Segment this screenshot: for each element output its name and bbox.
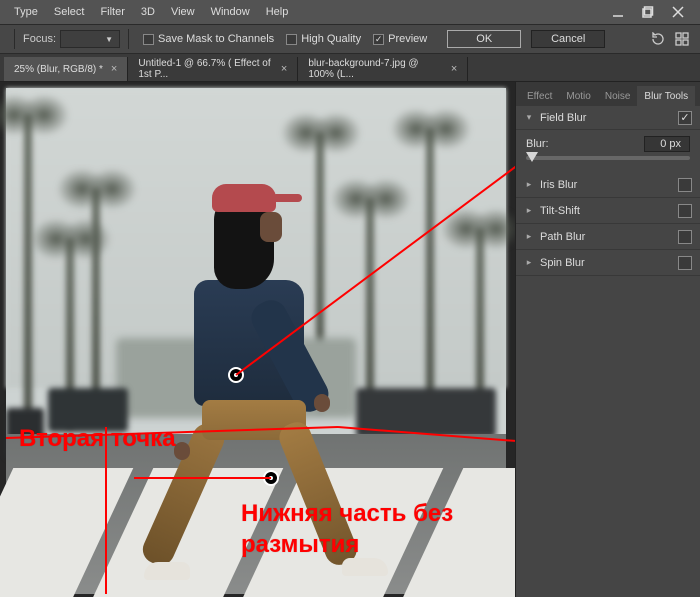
field-blur-title: Field Blur <box>540 112 586 124</box>
panel-tab-motion[interactable]: Motio <box>559 86 597 106</box>
chevron-right-icon: ▸ <box>524 257 534 268</box>
save-mask-checkbox[interactable]: Save Mask to Channels <box>143 33 274 45</box>
cancel-button[interactable]: Cancel <box>531 30 605 48</box>
menu-select[interactable]: Select <box>46 6 93 18</box>
reset-icon[interactable] <box>651 32 665 46</box>
panel-tab-noise[interactable]: Noise <box>598 86 638 106</box>
panel-tab-blur-tools[interactable]: Blur Tools <box>637 86 695 106</box>
canvas-area[interactable]: Вторая точка Нижняя часть без размытия <box>0 82 515 597</box>
options-bar: Focus: ▼ Save Mask to Channels High Qual… <box>0 24 700 54</box>
close-icon[interactable]: × <box>111 63 117 75</box>
canvas[interactable]: Вторая точка Нижняя часть без размытия <box>6 88 506 594</box>
iris-blur-toggle[interactable] <box>678 178 692 192</box>
chevron-down-icon: ▼ <box>105 35 113 44</box>
blur-value-input[interactable]: 0 px <box>644 136 690 152</box>
high-quality-label: High Quality <box>301 33 361 45</box>
doc-tab-label: 25% (Blur, RGB/8) * <box>14 64 103 75</box>
iris-blur-header[interactable]: ▸ Iris Blur <box>516 172 700 198</box>
menu-bar: Type Select Filter 3D View Window Help <box>0 0 700 24</box>
restore-icon[interactable] <box>642 6 654 18</box>
menu-window[interactable]: Window <box>203 6 258 18</box>
field-blur-toggle[interactable] <box>678 111 692 125</box>
tilt-shift-toggle[interactable] <box>678 204 692 218</box>
doc-tab[interactable]: Untitled-1 @ 66.7% ( Effect of 1st P... … <box>128 57 298 81</box>
grid-icon[interactable] <box>675 32 689 46</box>
tilt-shift-header[interactable]: ▸ Tilt-Shift <box>516 198 700 224</box>
ok-button[interactable]: OK <box>447 30 521 48</box>
spin-blur-toggle[interactable] <box>678 256 692 270</box>
blur-slider[interactable] <box>526 156 690 160</box>
spin-blur-title: Spin Blur <box>540 257 585 269</box>
spin-blur-header[interactable]: ▸ Spin Blur <box>516 250 700 276</box>
doc-tab-label: blur-background-7.jpg @ 100% (L... <box>308 58 443 80</box>
menu-3d[interactable]: 3D <box>133 6 163 18</box>
menu-type[interactable]: Type <box>6 6 46 18</box>
chevron-right-icon: ▸ <box>524 231 534 242</box>
doc-tab[interactable]: 25% (Blur, RGB/8) * × <box>4 57 128 81</box>
iris-blur-title: Iris Blur <box>540 179 577 191</box>
checkbox-icon <box>373 34 384 45</box>
focus-label: Focus: <box>23 33 56 45</box>
chevron-down-icon: ▾ <box>524 112 534 123</box>
right-panel: Effect Motio Noise Blur Tools ▾ Field Bl… <box>515 82 700 597</box>
path-blur-title: Path Blur <box>540 231 585 243</box>
checkbox-icon <box>143 34 154 45</box>
checkbox-icon <box>286 34 297 45</box>
focus-dropdown[interactable]: ▼ <box>60 30 120 48</box>
blur-slider-row: Blur: 0 px <box>516 130 700 172</box>
slider-thumb-icon[interactable] <box>526 152 538 162</box>
path-blur-header[interactable]: ▸ Path Blur <box>516 224 700 250</box>
workspace: Вторая точка Нижняя часть без размытия E… <box>0 82 700 597</box>
field-blur-header[interactable]: ▾ Field Blur <box>516 106 700 130</box>
doc-tab[interactable]: blur-background-7.jpg @ 100% (L... × <box>298 57 468 81</box>
minimize-icon[interactable] <box>612 6 624 18</box>
close-icon[interactable]: × <box>281 63 287 75</box>
close-icon[interactable] <box>672 6 684 18</box>
menu-help[interactable]: Help <box>258 6 297 18</box>
panel-tab-effect[interactable]: Effect <box>520 86 559 106</box>
save-mask-label: Save Mask to Channels <box>158 33 274 45</box>
chevron-right-icon: ▸ <box>524 205 534 216</box>
annotation-label: Вторая точка <box>19 425 176 453</box>
doc-tab-label: Untitled-1 @ 66.7% ( Effect of 1st P... <box>138 58 273 80</box>
preview-checkbox[interactable]: Preview <box>373 33 427 45</box>
chevron-right-icon: ▸ <box>524 179 534 190</box>
menu-view[interactable]: View <box>163 6 203 18</box>
preview-label: Preview <box>388 33 427 45</box>
annotation-label: Нижняя часть без размытия <box>241 498 491 560</box>
tilt-shift-title: Tilt-Shift <box>540 205 580 217</box>
path-blur-toggle[interactable] <box>678 230 692 244</box>
panel-tab-strip: Effect Motio Noise Blur Tools <box>516 82 700 106</box>
document-tabs: 25% (Blur, RGB/8) * × Untitled-1 @ 66.7%… <box>0 54 700 82</box>
menu-filter[interactable]: Filter <box>92 6 132 18</box>
high-quality-checkbox[interactable]: High Quality <box>286 33 361 45</box>
blur-slider-label: Blur: <box>526 138 549 150</box>
close-icon[interactable]: × <box>451 63 457 75</box>
